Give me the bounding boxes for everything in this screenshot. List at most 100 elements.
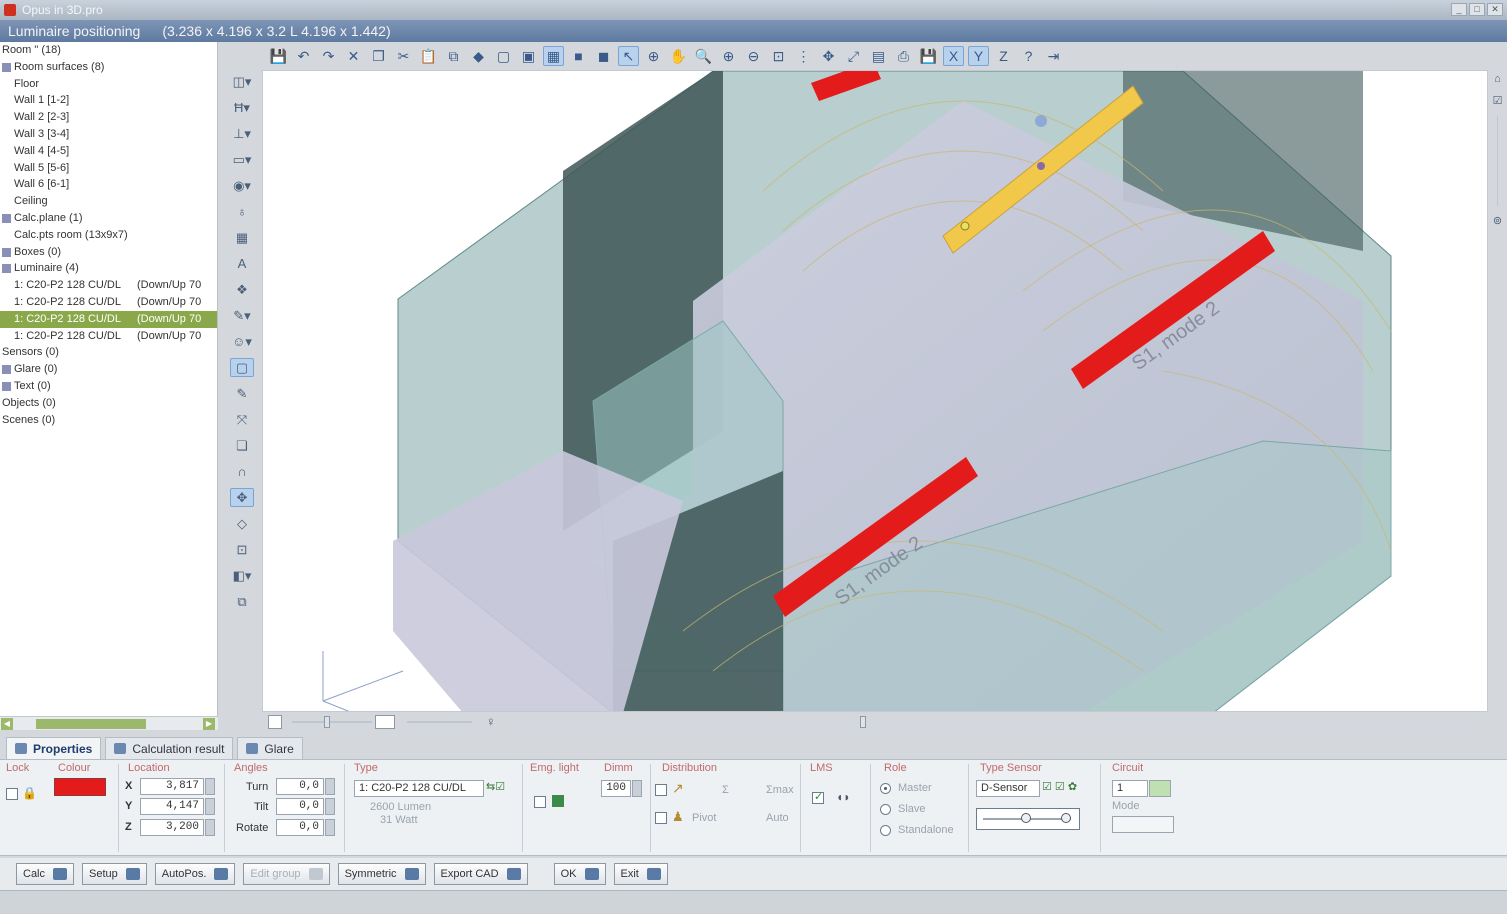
curve-tool-icon[interactable]: ∩ [230,462,254,481]
calc-button[interactable]: Calc [16,863,75,885]
tree-item[interactable]: Ceiling [0,193,217,210]
tree-item[interactable]: Floor [0,76,217,93]
object-tool-icon[interactable]: ❖ [230,280,254,299]
check-view-icon[interactable]: ☑ [1491,94,1505,108]
tree-item[interactable]: Objects (0) [0,395,217,412]
view-3d-icon[interactable]: ■ [568,46,589,66]
role-standalone-radio[interactable] [880,825,891,836]
zoom-slider-icon[interactable] [1496,116,1499,206]
height-slider[interactable] [292,721,372,723]
view-top-icon[interactable]: ▦ [543,46,564,66]
y-axis-icon[interactable]: Y [968,46,989,66]
calc-grid-icon[interactable]: ▦ [230,228,254,247]
delete-icon[interactable]: ✕ [343,46,364,66]
location-z-spinner[interactable] [205,819,215,836]
sensor-range-slider[interactable] [976,808,1080,830]
tree-item[interactable]: Wall 3 [3-4] [0,126,217,143]
save-icon[interactable]: 💾 [268,46,289,66]
xyz-icon[interactable]: X [943,46,964,66]
time-slider[interactable] [512,721,1472,723]
scroll-left-icon[interactable]: ◀ [1,718,13,730]
mode-select[interactable] [1112,816,1174,833]
display-mode-icon[interactable]: ▤ [868,46,889,66]
section-icon[interactable] [375,715,395,729]
tree-item[interactable]: Glare (0) [0,361,217,378]
tree-horizontal-scrollbar[interactable]: ◀ ▶ [0,716,218,730]
print-icon[interactable]: ⎙ [893,46,914,66]
scroll-right-icon[interactable]: ▶ [203,718,215,730]
emergency-light-checkbox[interactable] [534,796,546,808]
type-picker-icon[interactable]: ⇆☑ [486,780,516,797]
zoom-in-icon[interactable]: ⊕ [718,46,739,66]
edit-group-button[interactable]: Edit group [243,863,330,885]
autopos-button[interactable]: AutoPos. [154,863,236,885]
view-cube-icon[interactable]: ◧▾ [230,566,254,585]
box-tool-icon[interactable]: ◫▾ [230,72,254,91]
duplicate-icon[interactable]: ⧉ [443,46,464,66]
maximize-icon[interactable]: □ [1469,3,1485,16]
sensor-buttons-icon[interactable]: ☑ ☑ ✿ [1042,780,1077,793]
group-tool-icon[interactable]: ⧉ [230,592,254,611]
location-y-spinner[interactable] [205,798,215,815]
colour-swatch[interactable] [54,778,106,796]
role-master-radio[interactable] [880,783,891,794]
tab-calculation-result[interactable]: Calculation result [105,737,234,759]
setup-button[interactable]: Setup [82,863,147,885]
light-tool-icon[interactable]: ✎▾ [230,306,254,325]
tree-item[interactable]: 1: C20-P2 128 CU/DL (Down/Up 70 [0,328,217,345]
select-icon[interactable]: ↖ [618,46,639,66]
zoom-fit-icon[interactable]: ⊡ [768,46,789,66]
move-tool-icon[interactable]: ✥ [230,488,254,507]
tree-item[interactable]: Wall 5 [5-6] [0,160,217,177]
exit-button[interactable]: Exit [613,863,668,885]
height-slider-thumb[interactable] [324,716,330,728]
section-tool-icon[interactable]: ⊡ [230,540,254,559]
layer-tool-icon[interactable]: ❏ [230,436,254,455]
light-bulb-icon[interactable]: ♀ [486,714,496,729]
distribute-tool-icon[interactable]: ⤧ [230,410,254,429]
section-slider[interactable] [407,721,472,723]
circuit-field[interactable]: 1 [1112,780,1148,797]
time-slider-thumb[interactable] [860,716,866,728]
array-tool-icon[interactable]: ⊥▾ [230,124,254,143]
close-icon[interactable]: ✕ [1487,3,1503,16]
zoom-out-icon[interactable]: ⊖ [743,46,764,66]
lms-checkbox[interactable] [812,790,824,804]
tree-item[interactable]: Wall 4 [4-5] [0,143,217,160]
distribution-checkbox-1[interactable] [655,784,667,796]
lock-checkbox[interactable] [6,788,18,800]
zoom-icon[interactable]: 🔍 [693,46,714,66]
tilt-field[interactable]: 0,0 [276,798,324,815]
surface-tool-icon[interactable]: ◇ [230,514,254,533]
edit-tool-icon[interactable]: ✎ [230,384,254,403]
tree-item[interactable]: Wall 6 [6-1] [0,176,217,193]
z-axis-icon[interactable]: Z [993,46,1014,66]
measure-icon[interactable]: ⤢ [843,46,864,66]
frame-tool-icon[interactable]: ▢ [230,358,254,377]
tree-item[interactable]: Calc.pts room (13x9x7) [0,227,217,244]
circuit-button[interactable] [1149,780,1171,797]
view-side-icon[interactable]: ▣ [518,46,539,66]
export-icon[interactable]: 💾 [918,46,939,66]
tree-item[interactable]: Wall 2 [2-3] [0,109,217,126]
tree-item[interactable]: Room surfaces (8) [0,59,217,76]
tree-item[interactable]: Boxes (0) [0,244,217,261]
tab-glare[interactable]: Glare [237,737,303,759]
tree-item[interactable]: Luminaire (4) [0,260,217,277]
scene-render[interactable]: S1, mode 2 S1, mode 2 [263,71,1488,712]
tree-item[interactable]: 1: C20-P2 128 CU/DL (Down/Up 70 [0,310,217,328]
redo-icon[interactable]: ↷ [318,46,339,66]
tab-properties[interactable]: Properties [6,737,102,759]
rotate-view-icon[interactable]: ⊕ [643,46,664,66]
scroll-thumb[interactable] [36,719,146,729]
tree-item[interactable]: Calc.plane (1) [0,210,217,227]
turn-field[interactable]: 0,0 [276,778,324,795]
tree-item[interactable]: 1: C20-P2 128 CU/DL (Down/Up 70 [0,277,217,294]
tree-item[interactable]: 1: C20-P2 128 CU/DL (Down/Up 70 [0,294,217,311]
pan-icon[interactable]: ✋ [668,46,689,66]
turn-spinner[interactable] [325,778,335,795]
help-icon[interactable]: ? [1018,46,1039,66]
location-x-field[interactable]: 3,817 [140,778,204,795]
move-icon[interactable]: ✥ [818,46,839,66]
grid-icon[interactable]: ⋮ [793,46,814,66]
